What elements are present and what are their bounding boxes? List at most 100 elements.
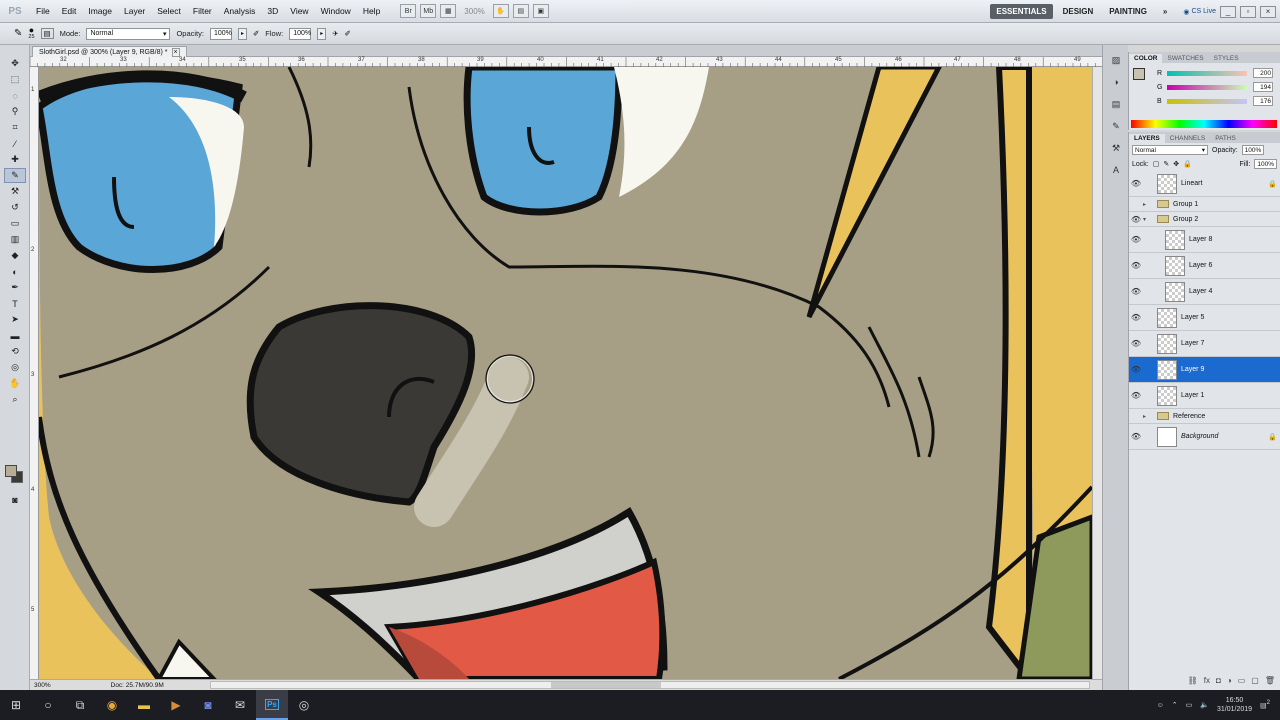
visibility-eye-icon[interactable]: 👁 (1129, 215, 1143, 224)
expand-arrow-icon[interactable]: ▸ (1143, 201, 1153, 208)
shape-tool-icon[interactable]: ▬ (4, 328, 26, 343)
layer-row-layer-1[interactable]: 👁 Layer 1 (1129, 383, 1280, 409)
layer-opacity-input[interactable]: 100% (1241, 145, 1265, 155)
workspace-more[interactable]: » (1157, 4, 1173, 19)
crop-tool-icon[interactable]: ⌗ (4, 120, 26, 135)
layer-row-layer-6[interactable]: 👁 Layer 6 (1129, 253, 1280, 279)
volume-icon[interactable]: 🔈 (1200, 701, 1209, 709)
color-spectrum-ramp[interactable] (1131, 120, 1277, 128)
task-view-button[interactable]: ⧉ (64, 690, 96, 720)
vertical-scrollbar[interactable] (1092, 67, 1102, 679)
flow-input[interactable]: 100% (289, 27, 312, 40)
tab-styles[interactable]: STYLES (1209, 54, 1244, 63)
layer-row-layer-9[interactable]: 👁 Layer 9 (1129, 357, 1280, 383)
quick-select-tool-icon[interactable]: ⚲ (4, 104, 26, 119)
menu-select[interactable]: Select (151, 6, 187, 16)
view-extras-button[interactable]: ▦ (440, 4, 457, 18)
lock-transparency-icon[interactable]: ▢ (1153, 160, 1160, 168)
path-select-tool-icon[interactable]: ➤ (4, 312, 26, 327)
layer-row-layer-5[interactable]: 👁 Layer 5 (1129, 305, 1280, 331)
menu-analysis[interactable]: Analysis (218, 6, 262, 16)
fill-input[interactable]: 100% (1254, 159, 1277, 169)
minibridge-button[interactable]: Mb (420, 4, 437, 18)
brush-panel-icon[interactable]: ✎ (1108, 119, 1124, 133)
color-panel-foreground-swatch[interactable] (1133, 68, 1145, 80)
taskbar-photoshop[interactable]: Ps (256, 690, 288, 720)
character-panel-icon[interactable]: A (1108, 163, 1124, 177)
workspace-essentials[interactable]: ESSENTIALS (990, 4, 1053, 19)
taskbar-media-player[interactable]: ▶ (160, 690, 192, 720)
tab-layers[interactable]: LAYERS (1129, 134, 1165, 143)
lock-position-icon[interactable]: ✥ (1173, 160, 1179, 168)
people-icon[interactable]: ☺ (1157, 702, 1164, 709)
type-tool-icon[interactable]: T (4, 296, 26, 311)
history-brush-tool-icon[interactable]: ↺ (4, 200, 26, 215)
lock-pixels-icon[interactable]: ✎ (1163, 160, 1169, 168)
new-group-icon[interactable]: ▭ (1238, 676, 1246, 688)
clock[interactable]: 16:50 31/01/2019 (1217, 696, 1252, 714)
layer-mask-icon[interactable]: ◘ (1216, 676, 1221, 688)
blue-slider[interactable] (1167, 98, 1247, 104)
gradient-tool-icon[interactable]: ▥ (4, 232, 26, 247)
blur-tool-icon[interactable]: ◆ (4, 248, 26, 263)
layer-row-layer-8[interactable]: 👁 Layer 8 (1129, 227, 1280, 253)
new-layer-icon[interactable]: ▢ (1251, 676, 1259, 688)
hand-tool-button[interactable]: ✋ (492, 4, 509, 18)
move-tool-icon[interactable]: ✥ (4, 56, 26, 71)
lock-all-icon[interactable]: 🔒 (1183, 160, 1192, 168)
layer-row-background[interactable]: 👁 Background 🔒 (1129, 424, 1280, 450)
screen-mode-button[interactable]: ▣ (532, 4, 549, 18)
layer-row-group-1[interactable]: ▸ Group 1 (1129, 197, 1280, 212)
mode-select[interactable]: Normal ▾ (86, 27, 171, 40)
quick-mask-icon[interactable]: ◙ (4, 492, 26, 507)
blue-value[interactable]: 176 (1253, 96, 1273, 106)
flow-slider-toggle[interactable]: ▸ (317, 27, 327, 40)
zoom-level-field[interactable]: 300% (460, 7, 488, 16)
visibility-eye-icon[interactable]: 👁 (1129, 365, 1143, 374)
green-value[interactable]: 194 (1253, 82, 1273, 92)
start-button[interactable]: ⊞ (0, 690, 32, 720)
pen-tool-icon[interactable]: ✒ (4, 280, 26, 295)
horizontal-scroll-thumb[interactable] (551, 682, 661, 688)
green-slider[interactable] (1167, 84, 1247, 90)
marquee-tool-icon[interactable]: ⬚ (4, 72, 26, 87)
blend-mode-select[interactable]: Normal ▾ (1132, 145, 1208, 155)
pressure-opacity-icon[interactable]: ✐ (253, 29, 259, 38)
notifications-icon[interactable]: ▤2 (1260, 700, 1270, 709)
lasso-tool-icon[interactable]: ◌ (4, 88, 26, 103)
visibility-eye-icon[interactable]: 👁 (1129, 287, 1143, 296)
3d-rotate-tool-icon[interactable]: ⟲ (4, 344, 26, 359)
dodge-tool-icon[interactable]: ◐ (4, 264, 26, 279)
cs-live-button[interactable]: ◉ CS Live (1183, 8, 1216, 16)
document-canvas[interactable] (39, 67, 1092, 679)
airbrush-icon[interactable]: ✈ (332, 29, 338, 38)
visibility-eye-icon[interactable]: 👁 (1129, 339, 1143, 348)
document-tab[interactable]: SlothGirl.psd @ 300% (Layer 9, RGB/8) * … (32, 46, 187, 57)
menu-help[interactable]: Help (357, 6, 386, 16)
menu-file[interactable]: File (30, 6, 56, 16)
visibility-eye-icon[interactable]: 👁 (1129, 313, 1143, 322)
layer-style-icon[interactable]: fx (1204, 676, 1210, 688)
close-icon[interactable]: × (171, 47, 180, 57)
visibility-eye-icon[interactable]: 👁 (1129, 261, 1143, 270)
delete-layer-icon[interactable]: 🗑 (1265, 676, 1275, 688)
adjustments-panel-icon[interactable]: ◑ (1108, 75, 1124, 89)
visibility-eye-icon[interactable]: 👁 (1129, 235, 1143, 244)
visibility-eye-icon[interactable]: 👁 (1129, 391, 1143, 400)
layer-row-group-2[interactable]: 👁 ▾ Group 2 (1129, 212, 1280, 227)
workspace-design[interactable]: DESIGN (1057, 4, 1100, 19)
red-slider[interactable] (1167, 70, 1247, 76)
opacity-input[interactable]: 100% (209, 27, 232, 40)
collapse-arrow-icon[interactable]: ▾ (1143, 216, 1153, 223)
restore-button[interactable]: ▫ (1240, 5, 1256, 18)
clone-source-panel-icon[interactable]: ⚒ (1108, 141, 1124, 155)
workspace-painting[interactable]: PAINTING (1103, 4, 1153, 19)
3d-orbit-tool-icon[interactable]: ◎ (4, 360, 26, 375)
taskbar-chrome[interactable]: ◉ (96, 690, 128, 720)
chevron-up-icon[interactable]: ⌃ (1172, 701, 1178, 709)
opacity-slider-toggle[interactable]: ▸ (237, 27, 247, 40)
hand-tool-icon[interactable]: ✋ (4, 376, 26, 391)
menu-view[interactable]: View (284, 6, 314, 16)
taskbar-file-explorer[interactable]: ▬ (128, 690, 160, 720)
taskbar-obs[interactable]: ◎ (288, 690, 320, 720)
